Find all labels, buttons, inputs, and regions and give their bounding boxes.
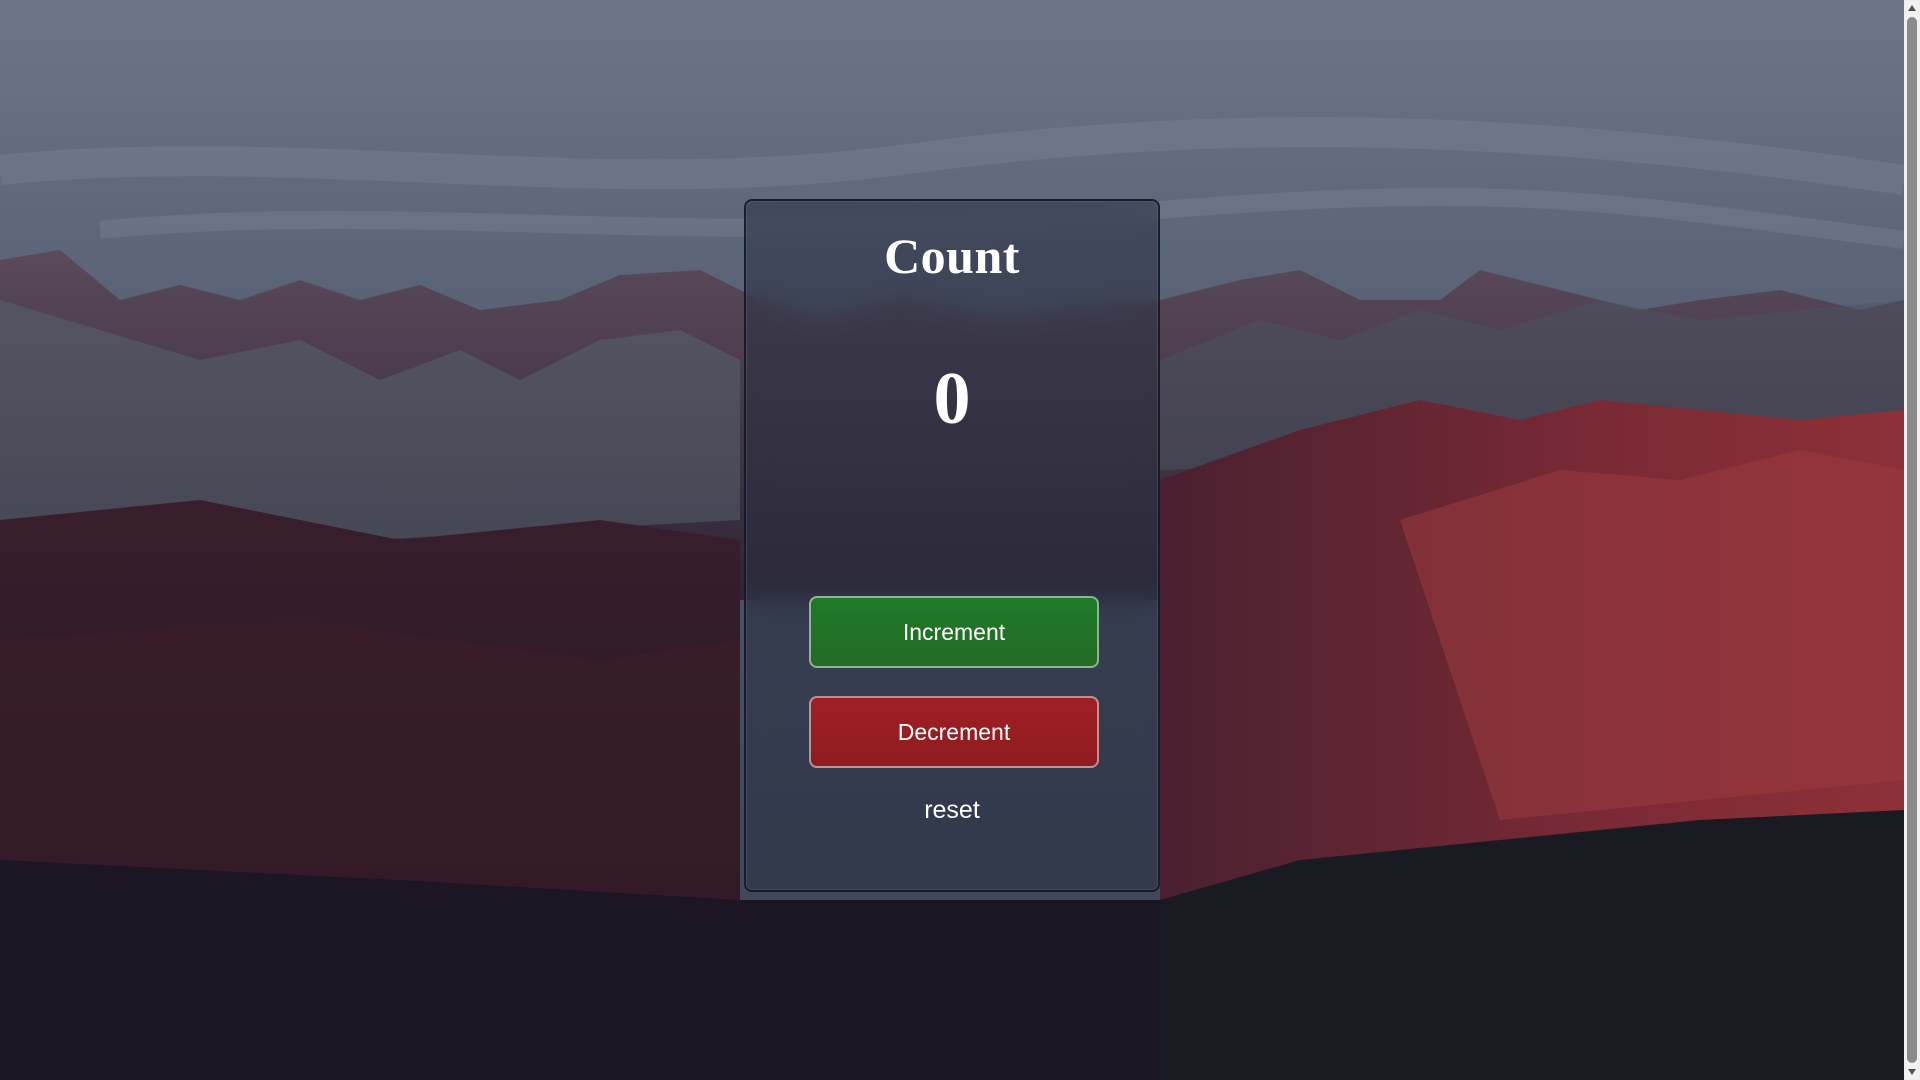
count-value: 0	[933, 358, 971, 440]
decrement-button[interactable]: Decrement	[809, 696, 1099, 768]
scrollbar-thumb[interactable]	[1907, 17, 1917, 1063]
increment-button[interactable]: Increment	[809, 596, 1099, 668]
counter-title: Count	[884, 228, 1020, 284]
viewport: Count 0 Increment Decrement reset	[0, 0, 1920, 1080]
counter-card: Count 0 Increment Decrement reset	[744, 199, 1160, 892]
chevron-down-icon[interactable]	[1904, 1064, 1920, 1080]
reset-button[interactable]: reset	[746, 796, 1158, 825]
vertical-scrollbar[interactable]	[1904, 0, 1920, 1080]
chevron-up-icon[interactable]	[1904, 0, 1920, 16]
